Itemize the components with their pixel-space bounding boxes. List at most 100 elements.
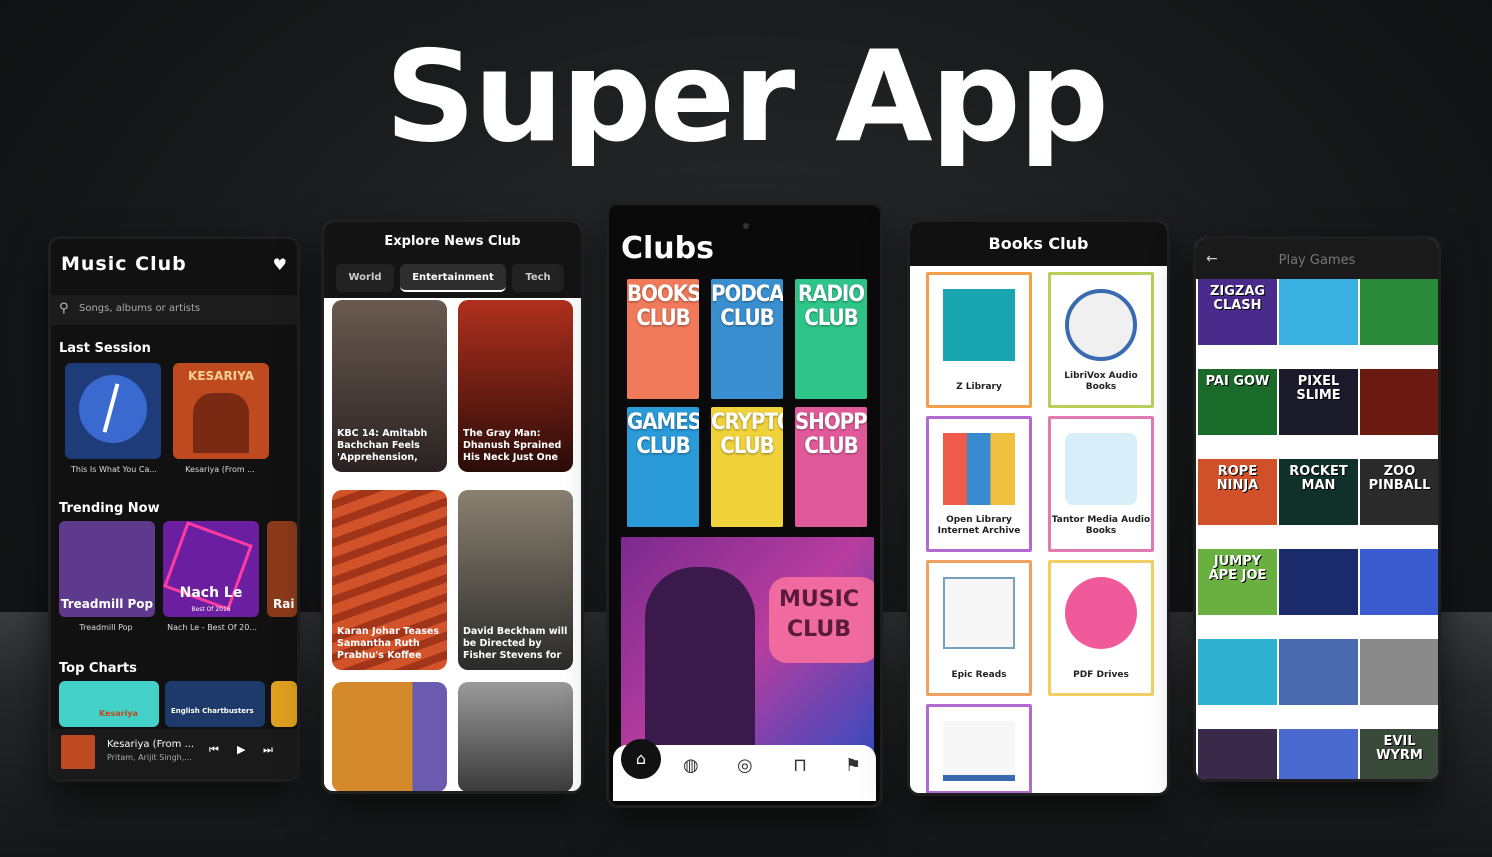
- home-icon[interactable]: ⌂: [621, 739, 661, 779]
- news-card[interactable]: KBC 14: Amitabh Bachchan Feels 'Apprehen…: [332, 300, 447, 472]
- phone-news-club: Explore News Club World Entertainment Te…: [321, 219, 584, 794]
- tab-entertainment[interactable]: Entertainment: [400, 264, 506, 292]
- game-title: ZOO PINBALL: [1368, 464, 1431, 493]
- news-card[interactable]: [332, 682, 447, 791]
- playlist-caption: Treadmill Pop: [79, 623, 133, 632]
- news-headline: The Gray Man: Dhanush Sprained His Neck …: [463, 428, 562, 463]
- music-club-label: MUSIC CLUB: [779, 587, 859, 642]
- headphones-icon: [1065, 289, 1137, 361]
- phone-play-games: ← Play Games ZIGZAG CLASH PAI GOW PIXEL SL…: [1193, 236, 1441, 782]
- player-track: Kesariya (From ...: [107, 739, 195, 750]
- game-title: PIXEL SLIME: [1296, 374, 1341, 403]
- hero-title: Super App: [384, 23, 1109, 170]
- music-club-banner[interactable]: MUSIC CLUB: [621, 537, 874, 773]
- book-art: [943, 289, 1015, 361]
- club-tile-radio[interactable]: RADIO CLUB: [795, 279, 867, 399]
- game-tile[interactable]: [1198, 729, 1277, 779]
- game-tile[interactable]: JUMPY APE JOE: [1198, 549, 1277, 615]
- book-source-card[interactable]: Open Library Internet Archive: [926, 416, 1032, 552]
- search-bar[interactable]: ⚲ Songs, albums or artists: [51, 295, 297, 325]
- game-title: ZIGZAG CLASH: [1209, 284, 1266, 313]
- game-title: JUMPY APE JOE: [1208, 554, 1267, 583]
- album-card-kesariya[interactable]: KESARIYA: [173, 363, 269, 459]
- chart-card-english-chartbusters[interactable]: English Chartbusters: [165, 681, 265, 727]
- playlist-caption: Nach Le - Best Of 20...: [167, 623, 257, 632]
- game-tile[interactable]: [1360, 549, 1438, 615]
- game-tile[interactable]: PIXEL SLIME: [1279, 369, 1358, 435]
- books-title: Books Club: [988, 234, 1089, 253]
- search-placeholder: Songs, albums or artists: [79, 303, 201, 314]
- news-headline: Karan Johar Teases Samantha Ruth Prabhu'…: [337, 626, 439, 661]
- phone-music-club: Music Club ♥ ⚲ Songs, albums or artists …: [48, 236, 300, 782]
- club-tile-books[interactable]: BOOKS CLUB: [627, 279, 699, 399]
- chart-card-kesariya[interactable]: Kesariya: [59, 681, 159, 727]
- player-artwork: [61, 735, 95, 769]
- section-top-charts: Top Charts: [59, 661, 137, 676]
- game-title: PAI GOW: [1205, 374, 1270, 389]
- news-headline: David Beckham will be Directed by Fisher…: [463, 626, 568, 661]
- book-source-card[interactable]: Epic Reads: [926, 560, 1032, 696]
- game-tile[interactable]: ZOO PINBALL: [1360, 459, 1438, 525]
- game-title: ROPE NINJA: [1216, 464, 1259, 493]
- game-tile[interactable]: [1279, 639, 1358, 705]
- clubs-title: Clubs: [621, 231, 714, 266]
- news-card[interactable]: David Beckham will be Directed by Fisher…: [458, 490, 573, 670]
- book-source-label: PDF Drives: [1073, 670, 1129, 680]
- chart-card-partial[interactable]: [271, 681, 297, 727]
- game-tile[interactable]: [1279, 549, 1358, 615]
- news-header: Explore News Club World Entertainment Te…: [324, 222, 581, 298]
- game-tile[interactable]: EVIL WYRM: [1360, 729, 1438, 779]
- club-tile-shopping[interactable]: SHOPPING CLUB: [795, 407, 867, 527]
- news-card[interactable]: [458, 682, 573, 791]
- game-tile[interactable]: ROPE NINJA: [1198, 459, 1277, 525]
- globe-icon[interactable]: ◍: [683, 755, 699, 776]
- book-source-label: Epic Reads: [951, 670, 1007, 680]
- book-source-label: Tantor Media Audio Books: [1051, 515, 1151, 536]
- previous-icon[interactable]: ⏮: [209, 743, 219, 757]
- album-caption: Kesariya (From ...: [185, 465, 255, 474]
- news-card[interactable]: The Gray Man: Dhanush Sprained His Neck …: [458, 300, 573, 472]
- lock-icon[interactable]: ⊓: [793, 755, 807, 776]
- playlist-card-treadmill-pop[interactable]: Treadmill Pop: [59, 521, 155, 617]
- album-card-this-is-what[interactable]: [65, 363, 161, 459]
- club-tile-crypto[interactable]: CRYPTO CLUB: [711, 407, 783, 527]
- game-tile[interactable]: [1360, 639, 1438, 705]
- book-source-card[interactable]: PDF Drives: [1048, 560, 1154, 696]
- tab-tech[interactable]: Tech: [512, 264, 564, 292]
- news-title: Explore News Club: [384, 234, 521, 249]
- game-tile[interactable]: [1360, 369, 1438, 435]
- flag-icon[interactable]: ⚑: [845, 755, 861, 776]
- club-tile-podcast[interactable]: PODCAST CLUB: [711, 279, 783, 399]
- book-source-card[interactable]: [926, 704, 1032, 793]
- games-title: Play Games: [1278, 253, 1356, 268]
- game-tile[interactable]: [1279, 729, 1358, 779]
- game-tile[interactable]: PAI GOW: [1198, 369, 1277, 435]
- camera-notch: [743, 223, 749, 229]
- game-tile[interactable]: ZIGZAG CLASH: [1198, 279, 1277, 345]
- game-tile[interactable]: [1198, 639, 1277, 705]
- phone-clubs: Clubs BOOKS CLUB PODCAST CLUB RADIO CLUB…: [606, 202, 883, 808]
- tab-world[interactable]: World: [336, 264, 394, 292]
- mermaid-icon: [1065, 433, 1137, 505]
- heart-icon[interactable]: ♥: [273, 255, 287, 274]
- club-tile-games[interactable]: GAMES CLUB: [627, 407, 699, 527]
- play-icon[interactable]: ▶: [237, 743, 245, 756]
- target-icon[interactable]: ◎: [737, 755, 753, 776]
- book-source-card[interactable]: Tantor Media Audio Books: [1048, 416, 1154, 552]
- album-caption: This Is What You Ca...: [71, 465, 157, 474]
- book-source-label: LibriVox Audio Books: [1064, 371, 1138, 392]
- book-source-label: Z Library: [956, 382, 1002, 392]
- books-header: Books Club: [910, 222, 1167, 266]
- mini-player[interactable]: Kesariya (From ... Pritam, Arijit Singh,…: [51, 729, 297, 779]
- news-card[interactable]: Karan Johar Teases Samantha Ruth Prabhu'…: [332, 490, 447, 670]
- game-tile[interactable]: [1360, 279, 1438, 345]
- book-source-card[interactable]: Z Library: [926, 272, 1032, 408]
- playlist-card-partial[interactable]: Rai: [267, 521, 297, 617]
- next-icon[interactable]: ⏭: [263, 743, 273, 757]
- bookshelf-icon: [943, 433, 1015, 505]
- binders-icon: [1065, 577, 1137, 649]
- game-tile[interactable]: [1279, 279, 1358, 345]
- book-source-card[interactable]: LibriVox Audio Books: [1048, 272, 1154, 408]
- game-tile[interactable]: ROCKET MAN: [1279, 459, 1358, 525]
- playlist-card-nach-le[interactable]: Nach Le Best Of 2016: [163, 521, 259, 617]
